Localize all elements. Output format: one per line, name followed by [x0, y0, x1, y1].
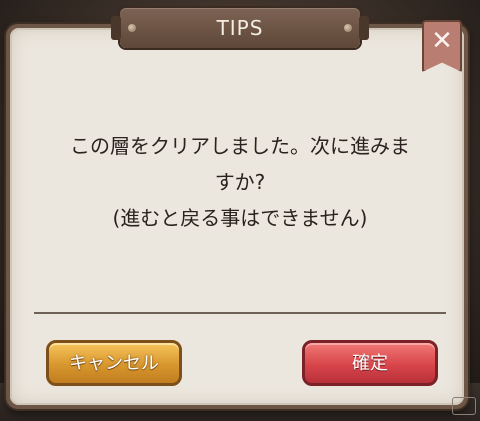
message-line: すか? [214, 170, 266, 194]
divider [34, 312, 446, 314]
message-line: この層をクリアしました。次に進みま [70, 134, 410, 158]
cancel-button[interactable]: キャンセル [46, 340, 182, 386]
dialog-title: TIPS [216, 16, 264, 40]
message-line: (進むと戻る事はできません) [112, 206, 368, 230]
close-icon: ✕ [431, 26, 453, 56]
confirm-button[interactable]: 確定 [302, 340, 438, 386]
dialog-message: この層をクリアしました。次に進みま すか? (進むと戻る事はできません) [34, 128, 446, 236]
dialog-title-plate: TIPS [111, 8, 369, 48]
watermark-logo [452, 397, 476, 415]
